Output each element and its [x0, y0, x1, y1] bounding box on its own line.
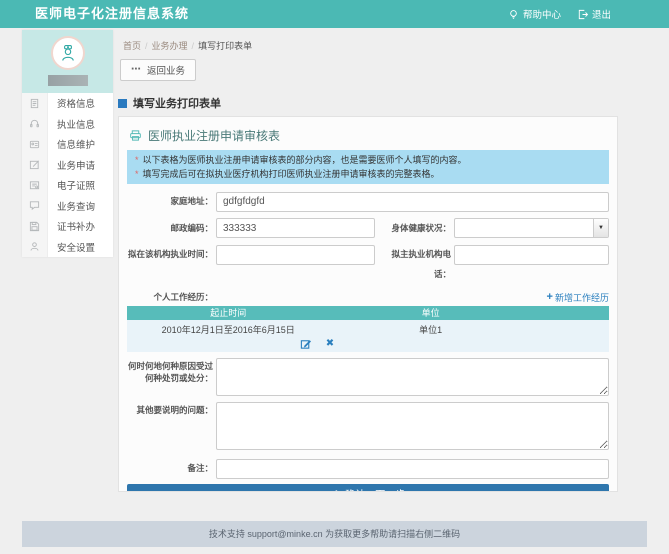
sidebar-item-label: 电子证照	[48, 178, 95, 192]
doctor-icon	[58, 43, 78, 63]
org-phone-label: 拟主执业机构电话：	[377, 244, 451, 284]
other-issues-textarea[interactable]	[216, 402, 609, 450]
avatar	[51, 36, 85, 70]
sidebar-item-e-certificate[interactable]: 电子证照	[22, 175, 113, 196]
health-status-select[interactable]: ▼	[454, 218, 609, 238]
square-bullet-icon	[118, 99, 127, 108]
form-title: 医师执业注册申请审核表	[148, 127, 280, 144]
breadcrumb-separator: /	[145, 41, 148, 51]
chevron-down-icon[interactable]: ▼	[593, 219, 608, 237]
notice-line: * 以下表格为医师执业注册申请审核表的部分内容，也是需要医师个人填写的内容。	[135, 153, 601, 167]
work-history-label: 个人工作经历：	[127, 290, 213, 304]
footer-text: 技术支持 support@minke.cn 为获取更多帮助请扫描右侧二维码	[209, 529, 460, 539]
sidebar-item-label: 业务查询	[48, 199, 95, 213]
sidebar: 资格信息 执业信息 信息维护 业务申请 电子证照 业务查询	[22, 30, 113, 257]
unit-cell: 单位1	[329, 323, 531, 350]
document-icon	[22, 93, 48, 114]
notice-line: * 填写完成后可在拟执业医疗机构打印医师执业注册申请审核表的完整表格。	[135, 167, 601, 181]
page-title-text: 填写业务打印表单	[133, 95, 221, 111]
period-text: 2010年12月1日至2016年6月15日	[127, 323, 329, 336]
breadcrumb: 首页/业务办理/填写打印表单	[123, 39, 252, 52]
help-center-label: 帮助中心	[523, 7, 561, 21]
remarks-label: 备注：	[127, 458, 213, 478]
breadcrumb-section[interactable]: 业务办理	[152, 41, 188, 51]
sidebar-item-practice[interactable]: 执业信息	[22, 114, 113, 135]
check-icon: ✔	[331, 488, 339, 492]
period-cell: 2010年12月1日至2016年6月15日 ✖	[127, 323, 329, 350]
confirm-next-button[interactable]: ✔ 确认，下一步	[127, 484, 609, 493]
certificate-icon	[22, 175, 48, 196]
breadcrumb-current: 填写打印表单	[198, 41, 252, 51]
sidebar-menu: 资格信息 执业信息 信息维护 业务申请 电子证照 业务查询	[22, 93, 113, 257]
screen: 医师电子化注册信息系统 帮助中心 退出	[0, 0, 669, 554]
sidebar-item-business-query[interactable]: 业务查询	[22, 196, 113, 217]
sidebar-item-label: 信息维护	[48, 137, 95, 151]
column-header-unit: 单位	[329, 306, 531, 320]
user-name-placeholder	[48, 75, 88, 86]
notice-text: 以下表格为医师执业注册申请审核表的部分内容，也是需要医师个人填写的内容。	[143, 155, 467, 165]
breadcrumb-separator: /	[192, 41, 195, 51]
table-row: 2010年12月1日至2016年6月15日 ✖ 单位1	[127, 320, 609, 352]
notice-text: 填写完成后可在拟执业医疗机构打印医师执业注册申请审核表的完整表格。	[143, 169, 440, 179]
form-header: 医师执业注册申请审核表	[127, 125, 609, 150]
logout-link[interactable]: 退出	[577, 7, 611, 21]
org-phone-input[interactable]	[454, 245, 609, 265]
edit-row-icon[interactable]	[300, 338, 312, 350]
edit-icon	[22, 155, 48, 176]
column-header-period: 起止时间	[127, 306, 329, 320]
sidebar-item-label: 安全设置	[48, 240, 95, 254]
chat-icon	[22, 196, 48, 217]
back-to-business-button[interactable]: ⋯ 返回业务	[120, 59, 196, 81]
floppy-icon	[22, 216, 48, 237]
sidebar-item-info-maintain[interactable]: 信息维护	[22, 134, 113, 155]
sidebar-item-qualification[interactable]: 资格信息	[22, 93, 113, 114]
notice-box: * 以下表格为医师执业注册申请审核表的部分内容，也是需要医师个人填写的内容。 * 填…	[127, 150, 609, 184]
home-address-label: 家庭地址：	[127, 191, 213, 211]
logout-icon	[577, 9, 588, 20]
asterisk-marker: *	[135, 155, 139, 165]
sidebar-item-label: 业务申请	[48, 158, 95, 172]
help-center-link[interactable]: 帮助中心	[508, 7, 561, 21]
breadcrumb-home[interactable]: 首页	[123, 41, 141, 51]
table-header-row: 起止时间 单位	[127, 306, 609, 320]
confirm-next-label: 确认，下一步	[345, 486, 405, 492]
health-status-value	[455, 219, 593, 237]
asterisk-marker: *	[135, 169, 139, 179]
ellipsis-icon: ⋯	[131, 66, 141, 74]
user-icon	[22, 237, 48, 258]
id-card-icon	[22, 134, 48, 155]
headset-icon	[22, 114, 48, 135]
other-issues-label: 其他要说明的问题：	[127, 402, 213, 416]
punishment-textarea[interactable]	[216, 358, 609, 396]
add-work-history-label: 新增工作经历	[555, 291, 609, 304]
remarks-input[interactable]	[216, 459, 609, 479]
sidebar-item-security[interactable]: 安全设置	[22, 237, 113, 258]
punishment-label: 何时何地何种原因受过何种处罚或处分：	[127, 358, 213, 384]
sidebar-item-label: 执业信息	[48, 117, 95, 131]
user-panel	[22, 30, 113, 93]
page-title: 填写业务打印表单	[118, 95, 221, 111]
header-actions: 帮助中心 退出	[508, 0, 611, 28]
work-history-table: 起止时间 单位 2010年12月1日至2016年6月15日 ✖ 单位1	[127, 306, 609, 352]
app-header: 医师电子化注册信息系统 帮助中心 退出	[0, 0, 669, 28]
plus-icon: +	[547, 291, 553, 303]
back-button-label: 返回业务	[147, 63, 185, 77]
home-address-input[interactable]	[216, 192, 609, 212]
sidebar-item-business-apply[interactable]: 业务申请	[22, 155, 113, 176]
sidebar-item-label: 资格信息	[48, 96, 95, 110]
form-card: 医师执业注册申请审核表 * 以下表格为医师执业注册申请审核表的部分内容，也是需要医…	[118, 116, 618, 492]
logout-label: 退出	[592, 7, 611, 21]
sidebar-item-cert-reissue[interactable]: 证书补办	[22, 216, 113, 237]
practice-time-input[interactable]	[216, 245, 375, 265]
app-title: 医师电子化注册信息系统	[35, 0, 189, 28]
footer: 技术支持 support@minke.cn 为获取更多帮助请扫描右侧二维码	[22, 521, 647, 547]
postal-code-input[interactable]	[216, 218, 375, 238]
form-icon	[129, 129, 142, 142]
postal-code-label: 邮政编码：	[127, 218, 213, 239]
help-bulb-icon	[508, 9, 519, 20]
add-work-history-link[interactable]: + 新增工作经历	[547, 291, 609, 304]
practice-time-label: 拟在该机构执业时间：	[127, 244, 213, 265]
health-status-label: 身体健康状况：	[377, 218, 451, 238]
sidebar-item-label: 证书补办	[48, 219, 95, 233]
